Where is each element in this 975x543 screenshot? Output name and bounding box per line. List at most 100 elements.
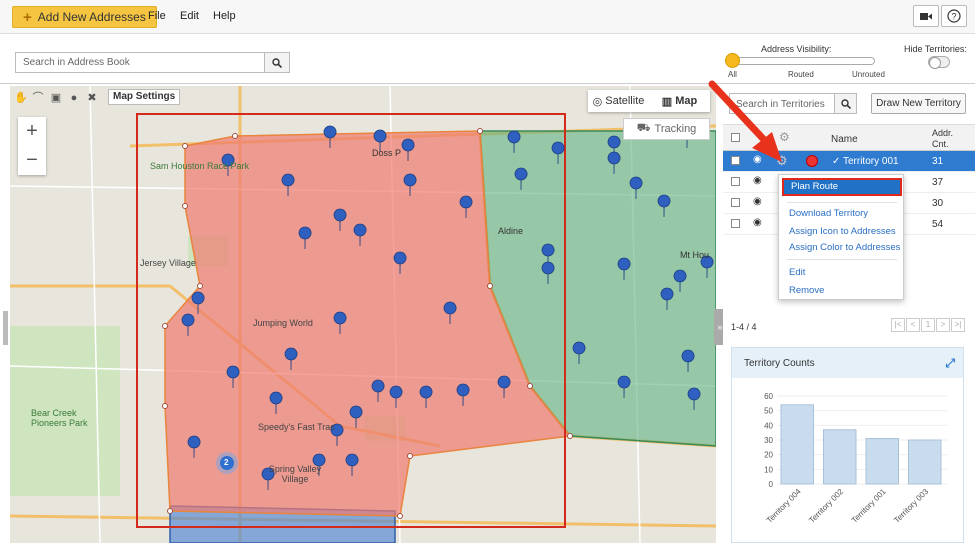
visibility-level-routed: Routed (788, 70, 814, 79)
place-label: Jumping World (253, 318, 313, 328)
tracking-button[interactable]: ⛟ Tracking (623, 118, 710, 140)
video-button[interactable] (913, 5, 939, 27)
territory-context-menu: Plan Route Download Territory Assign Ico… (778, 174, 904, 300)
address-search-input[interactable]: Search in Address Book (15, 52, 290, 73)
column-count[interactable]: Addr. Cnt. (932, 128, 962, 150)
place-label: Jersey Village (140, 258, 196, 268)
menu-divider (787, 202, 897, 203)
hide-territories-toggle[interactable] (928, 56, 950, 69)
rectangle-icon[interactable]: ▣ (50, 92, 62, 104)
menu-edit[interactable]: Edit (180, 10, 199, 22)
visibility-slider-handle[interactable] (725, 53, 740, 68)
territory-counts-chart: 0102030405060Territory 004 Territory 002 T… (764, 392, 947, 525)
assign-icon-menu-item[interactable]: Assign Icon to Addresses (789, 226, 896, 237)
bar[interactable] (908, 439, 942, 485)
place-label: Bear Creek Pioneers Park (31, 408, 88, 428)
lasso-icon[interactable]: ⌒ (32, 92, 44, 104)
zoom-in-button[interactable]: + (18, 117, 46, 146)
y-tick-label: 20 (764, 451, 773, 460)
x-tick-label: Territory 001 (850, 487, 888, 525)
y-tick-label: 40 (764, 421, 773, 430)
x-tick-label: Territory 002 (807, 487, 845, 525)
expand-icon[interactable]: ⤢ (945, 356, 955, 371)
pager-prev[interactable]: < (906, 318, 920, 332)
truck-icon: ⛟ (636, 122, 651, 134)
remove-menu-item[interactable]: Remove (789, 285, 824, 296)
menu-file[interactable]: File (148, 10, 166, 22)
pager: |< < 1 > >| (890, 318, 965, 332)
place-label: Speedy's Fast Trac (258, 422, 335, 432)
y-tick-label: 30 (764, 436, 773, 445)
pager-next[interactable]: > (936, 318, 950, 332)
territory-count: 37 (932, 177, 944, 188)
hide-territories-label: Hide Territories: (904, 44, 967, 54)
add-new-addresses-label: Add New Addresses (37, 10, 146, 24)
menu-help[interactable]: Help (213, 10, 236, 22)
place-label: Aldine (498, 226, 524, 236)
map-draw-tools: ✋ ⌒ ▣ ● ✖ (14, 90, 98, 106)
eye-icon[interactable]: ◉ (753, 196, 762, 207)
add-new-addresses-button[interactable]: + Add New Addresses (12, 6, 157, 28)
place-label: Spring Valley Village (268, 464, 322, 484)
download-territory-menu-item[interactable]: Download Territory (789, 208, 868, 219)
clear-icon[interactable]: ✖ (86, 92, 98, 104)
pager-page[interactable]: 1 (921, 318, 935, 332)
plus-icon: + (23, 8, 32, 26)
eye-icon[interactable]: ◉ (753, 217, 762, 228)
map-graphics (10, 86, 716, 543)
eye-icon[interactable]: ◉ (753, 175, 762, 186)
video-camera-icon (920, 12, 932, 20)
bar[interactable] (780, 404, 814, 485)
row-checkbox[interactable] (731, 219, 740, 228)
territory-color-swatch[interactable] (806, 155, 818, 167)
satellite-label: Satellite (605, 95, 645, 107)
map-type-control: ◎ Satellite ▥ Map (588, 90, 710, 112)
y-tick-label: 50 (764, 407, 773, 416)
circle-icon[interactable]: ● (68, 92, 80, 104)
map-label: Map (675, 95, 698, 107)
pager-label: 1-4 / 4 (731, 322, 757, 332)
address-visibility-label: Address Visibility: (761, 44, 832, 54)
bar[interactable] (823, 429, 857, 485)
pointer-arrow-icon (708, 80, 782, 162)
map-settings-button[interactable]: Map Settings (108, 89, 181, 105)
satellite-icon: ◎ (592, 95, 603, 108)
x-tick-label: Territory 004 (765, 487, 803, 525)
pager-first[interactable]: |< (891, 318, 905, 332)
column-name[interactable]: Name (831, 134, 858, 145)
visibility-slider[interactable] (730, 57, 875, 65)
left-panel-handle[interactable] (3, 311, 8, 345)
territory-count: 31 (932, 156, 944, 167)
map-icon: ▥ (661, 95, 673, 108)
y-tick-label: 10 (764, 465, 773, 474)
territory-count: 30 (932, 198, 944, 209)
tracking-label: Tracking (654, 123, 697, 135)
map-canvas[interactable]: 2 Sam Houston Race Park Jersey Village J… (10, 86, 716, 543)
territory-search-button[interactable] (834, 94, 856, 113)
visibility-level-unrouted: Unrouted (852, 70, 885, 79)
counts-header: Territory Counts ⤢ (732, 348, 963, 378)
assign-color-menu-item[interactable]: Assign Color to Addresses (789, 242, 900, 253)
hand-icon[interactable]: ✋ (14, 92, 28, 104)
question-icon: ? (947, 9, 961, 23)
satellite-button[interactable]: ◎ Satellite (588, 90, 649, 112)
row-checkbox[interactable] (731, 177, 740, 186)
territory-name-text: Territory 001 (842, 156, 899, 167)
draw-new-territory-button[interactable]: Draw New Territory (871, 93, 966, 114)
bar[interactable] (865, 438, 899, 485)
zoom-control: + − (18, 117, 46, 175)
zoom-out-button[interactable]: − (18, 146, 46, 175)
territory-count: 54 (932, 219, 944, 230)
search-icon (272, 57, 282, 68)
plan-route-menu-item[interactable]: Plan Route (782, 178, 902, 196)
row-checkbox[interactable] (731, 198, 740, 207)
search-icon (840, 98, 851, 109)
address-search-placeholder: Search in Address Book (23, 57, 130, 68)
address-search-button[interactable] (264, 53, 289, 72)
pager-last[interactable]: >| (951, 318, 965, 332)
help-button[interactable]: ? (941, 5, 967, 27)
edit-menu-item[interactable]: Edit (789, 267, 805, 278)
svg-text:?: ? (951, 12, 956, 22)
y-tick-label: 60 (764, 392, 773, 401)
cluster-count[interactable]: 2 (224, 458, 228, 467)
